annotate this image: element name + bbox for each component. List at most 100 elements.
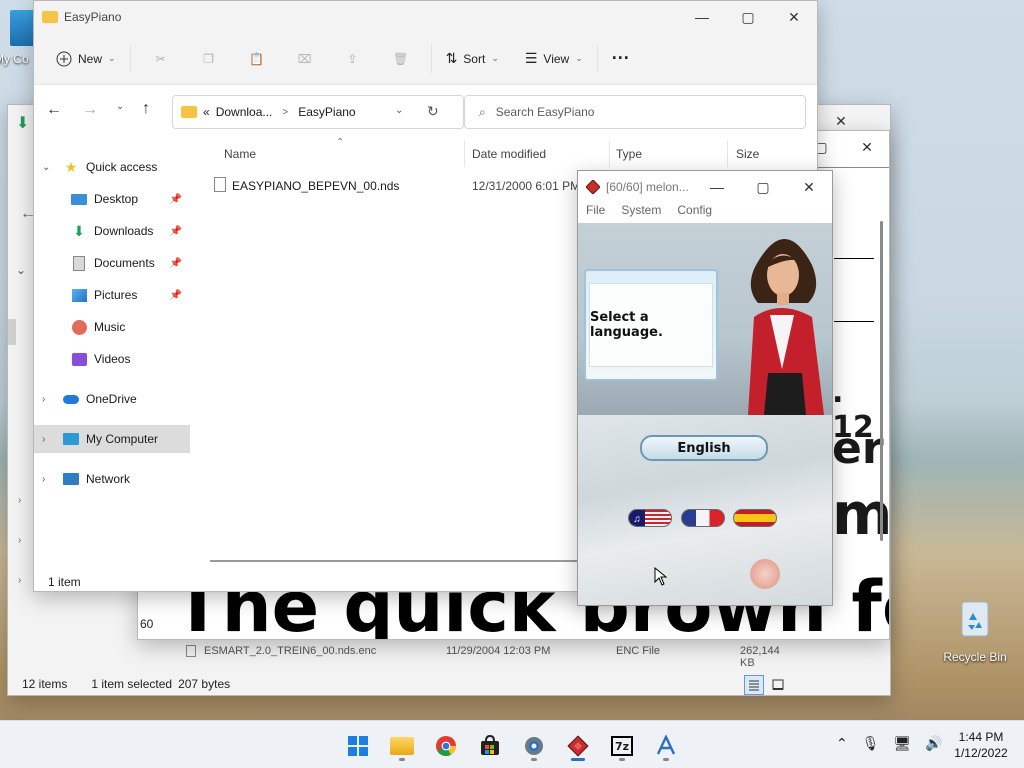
us-flag-button[interactable]: ♫ <box>628 509 672 527</box>
menu-item-config[interactable]: Config <box>677 203 712 223</box>
chevron-right-icon[interactable]: › <box>18 535 21 546</box>
column-header-size[interactable]: Size <box>736 147 759 163</box>
microphone-icon[interactable]: 🎙 <box>862 735 880 752</box>
column-header-name[interactable]: Name <box>224 147 256 163</box>
chevron-down-icon[interactable]: ⌄ <box>42 162 56 173</box>
close-button[interactable]: ✕ <box>771 1 817 33</box>
sidebar-item-documents[interactable]: Documents 📌 <box>34 249 190 277</box>
window-title: [60/60] melon... <box>606 180 689 194</box>
clock[interactable]: 1:44 PM 1/12/2022 <box>946 729 1016 761</box>
cut-icon[interactable]: ✂ <box>137 42 185 76</box>
minimize-button[interactable]: — <box>679 1 725 33</box>
view-button[interactable]: ☰ View ⌄ <box>517 42 591 76</box>
file-name: ESMART_2.0_TREIN6_00.nds.enc <box>204 645 377 657</box>
sort-button[interactable]: ⇅ Sort ⌄ <box>438 42 507 76</box>
desktop-icon-recycle-bin[interactable]: Recycle Bin <box>940 598 1010 664</box>
document-icon <box>70 254 88 272</box>
chevron-right-icon[interactable]: › <box>42 394 56 405</box>
menu-item-file[interactable]: File <box>586 203 605 223</box>
sidebar-item-videos[interactable]: Videos <box>34 345 190 373</box>
sidebar-item-pictures[interactable]: Pictures 📌 <box>34 281 190 309</box>
music-note-icon: ♫ <box>629 510 645 526</box>
chevron-down-icon: ⌄ <box>575 53 583 63</box>
delete-icon[interactable]: 🗑 <box>377 42 425 76</box>
star-icon: ★ <box>64 158 78 175</box>
breadcrumb-downloads[interactable]: Downloa... <box>216 105 273 119</box>
menu-item-system[interactable]: System <box>621 203 661 223</box>
share-icon[interactable]: ⇪ <box>329 42 377 76</box>
recent-locations-icon[interactable]: ⌄ <box>116 101 124 112</box>
taskbar-settings[interactable] <box>518 730 550 762</box>
chevron-down-icon[interactable]: ⌄ <box>16 263 26 277</box>
column-header-type[interactable]: Type <box>616 147 642 163</box>
chevron-right-icon[interactable]: › <box>42 434 56 445</box>
column-divider <box>727 141 728 167</box>
ds-top-screen[interactable]: Select a language. <box>578 223 832 415</box>
start-button[interactable] <box>342 730 374 762</box>
file-name: EASYPIANO_BEPEVN_00.nds <box>232 179 400 193</box>
chevron-right-icon[interactable]: › <box>18 495 21 506</box>
scrollbar[interactable] <box>880 221 883 541</box>
taskbar-melonds[interactable] <box>562 730 594 762</box>
chevron-down-icon: ⌄ <box>108 53 116 63</box>
sidebar-item-music[interactable]: Music <box>34 313 190 341</box>
details-view-button[interactable] <box>744 675 764 695</box>
character-figure <box>738 223 832 415</box>
copy-icon[interactable]: ❐ <box>185 42 233 76</box>
es-flag-button[interactable] <box>733 509 777 527</box>
maximize-button[interactable]: ▢ <box>740 171 786 203</box>
divider <box>430 44 432 73</box>
sidebar-item-desktop[interactable]: Desktop 📌 <box>34 185 190 213</box>
horizontal-scrollbar[interactable] <box>210 560 590 562</box>
sidebar-item-quick-access[interactable]: ⌄ ★ Quick access <box>34 153 190 181</box>
tiles-view-button[interactable] <box>768 675 788 695</box>
chevron-right-icon[interactable]: › <box>42 474 56 485</box>
fr-flag-button[interactable] <box>681 509 725 527</box>
file-date: 11/29/2004 12:03 PM <box>446 645 551 657</box>
sidebar-item-network[interactable]: › Network <box>34 465 190 493</box>
forward-arrow-icon[interactable]: → <box>82 101 98 119</box>
divider <box>596 44 598 73</box>
system-tray: ⌃ 🎙 🖥 🔊 <box>836 735 943 752</box>
refresh-icon[interactable]: ↻ <box>427 103 439 120</box>
back-arrow-icon[interactable]: ← <box>46 101 62 119</box>
taskbar-7zip[interactable]: 7z <box>606 730 638 762</box>
column-header-date[interactable]: Date modified <box>472 147 546 163</box>
confirm-circle-icon[interactable] <box>750 559 780 589</box>
paste-icon[interactable]: 📋 <box>233 42 281 76</box>
rename-icon[interactable]: ⌧ <box>281 42 329 76</box>
chevron-right-icon[interactable]: › <box>18 575 21 586</box>
english-button[interactable]: English <box>640 435 768 461</box>
table-row[interactable]: ESMART_2.0_TREIN6_00.nds.enc 11/29/2004 … <box>184 643 784 669</box>
view-icon: ☰ <box>524 50 538 66</box>
breadcrumb-easypiano[interactable]: EasyPiano <box>298 105 355 119</box>
minimize-button[interactable]: — <box>694 171 740 203</box>
taskbar-chrome[interactable] <box>430 730 462 762</box>
new-button[interactable]: New ⌄ <box>48 42 124 76</box>
network-icon[interactable]: 🖥 <box>894 735 912 752</box>
volume-icon[interactable]: 🔊 <box>925 735 942 752</box>
pin-icon: 📌 <box>169 225 182 237</box>
ds-bottom-screen[interactable]: English ♫ <box>578 415 832 605</box>
taskbar-font-viewer[interactable] <box>650 730 682 762</box>
sidebar-item-my-computer[interactable]: › My Computer <box>34 425 190 453</box>
chevron-up-icon[interactable]: ⌃ <box>836 735 848 752</box>
close-button[interactable]: ✕ <box>844 131 889 163</box>
more-options-button[interactable]: ··· <box>604 42 638 76</box>
running-indicator <box>663 758 669 761</box>
sidebar-item-label: Downloads <box>94 224 154 238</box>
up-arrow-icon[interactable]: ↑ <box>142 100 150 118</box>
taskbar-file-explorer[interactable] <box>386 730 418 762</box>
file-size: 262,144 KB <box>740 645 780 669</box>
sidebar-item-onedrive[interactable]: › OneDrive <box>34 385 190 413</box>
melonds-window[interactable]: [60/60] melon... — ▢ ✕ File System Confi… <box>577 170 833 606</box>
sidebar-item-label: OneDrive <box>86 392 137 406</box>
file-row[interactable]: EASYPIANO_BEPEVN_00.nds 12/31/2000 6:01 … <box>210 175 610 197</box>
maximize-button[interactable]: ▢ <box>725 1 771 33</box>
sidebar-item-downloads[interactable]: ⬇ Downloads 📌 <box>34 217 190 245</box>
taskbar-store[interactable] <box>474 730 506 762</box>
chevron-down-icon[interactable]: ⌄ <box>395 105 403 116</box>
search-input[interactable]: ⌕ Search EasyPiano <box>464 95 806 129</box>
close-button[interactable]: ✕ <box>786 171 832 203</box>
address-bar[interactable]: « Downloa... > EasyPiano ⌄ ↻ <box>172 95 464 129</box>
